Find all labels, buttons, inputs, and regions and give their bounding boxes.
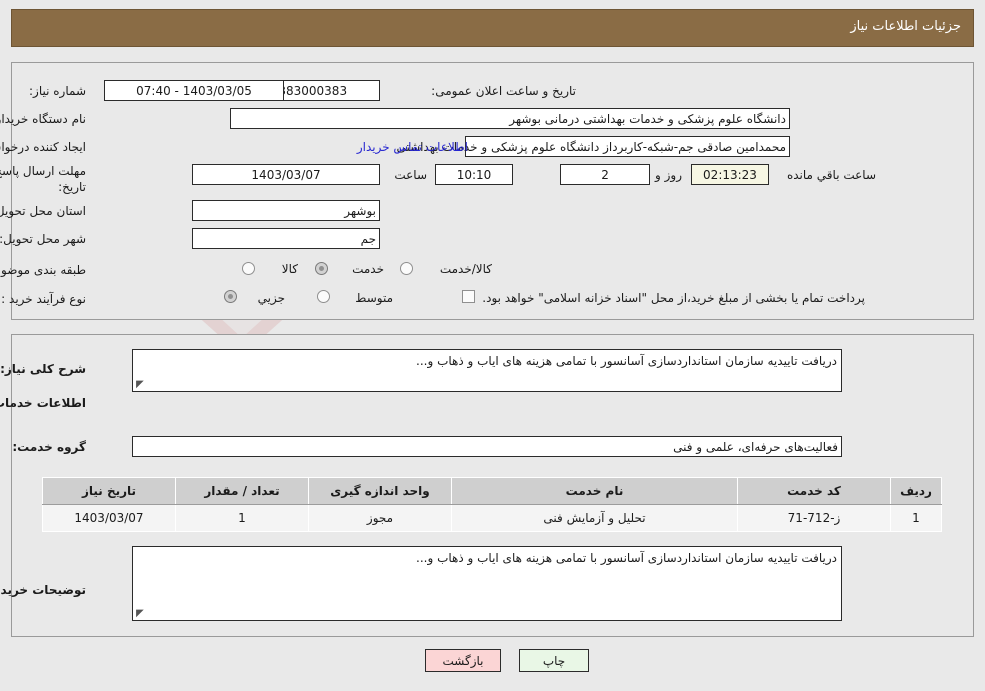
buyer-notes-textarea[interactable]: دریافت تاییدیه سازمان استانداردسازی آسان… [132, 546, 842, 621]
radio-category-khedmat-label[interactable]: خدمت [352, 262, 384, 276]
countdown-timer-field: 02:13:23 [691, 164, 769, 185]
subject-category-label: طبقه بندی موضوعی: [0, 263, 86, 277]
response-deadline-label-line2: تاریخ: [58, 180, 86, 194]
cell-row: 1 [890, 504, 942, 532]
services-section-heading: اطلاعات خدمات مورد نیاز [0, 396, 86, 410]
radio-category-kala-khedmat[interactable] [400, 262, 413, 275]
print-button[interactable]: چاپ [519, 649, 589, 672]
radio-category-kala-khedmat-label[interactable]: کالا/خدمت [440, 262, 492, 276]
th-code: کد خدمت [737, 477, 891, 505]
page-header-bar: جزئیات اطلاعات نیاز [11, 9, 974, 47]
buyer-notes-label: توضیحات خریدار: [0, 583, 86, 597]
service-group-label: گروه خدمت: [12, 440, 86, 454]
buyer-contact-info-link[interactable]: اطلاعات تماس خریدار [357, 140, 468, 154]
need-details-page: T AniaTender.net جزئیات اطلاعات نیاز شما… [0, 0, 985, 691]
delivery-city-label: شهر محل تحویل: [0, 232, 86, 246]
back-button[interactable]: بازگشت [425, 649, 501, 672]
radio-category-kala-label[interactable]: کالا [282, 262, 298, 276]
buyer-organization-field: دانشگاه علوم پزشکی و خدمات بهداشتی درمان… [230, 108, 790, 129]
request-creator-label: ایجاد کننده درخواست: [0, 140, 86, 154]
resize-grip-icon-notes[interactable]: ◥ [136, 608, 145, 619]
request-creator-field: محمدامین صادقی جم-شبکه-کاربرداز دانشگاه … [396, 136, 790, 157]
days-remaining-field: 2 [560, 164, 650, 185]
response-deadline-label-line1: مهلت ارسال پاسخ: تا [0, 164, 86, 178]
need-number-label: شماره نیاز: [29, 84, 86, 98]
announcement-datetime-label: تاریخ و ساعت اعلان عمومی: [431, 84, 576, 98]
general-description-label: شرح کلی نیاز: [0, 362, 86, 376]
general-description-value: دریافت تاییدیه سازمان استانداردسازی آسان… [416, 354, 837, 368]
resize-grip-icon[interactable]: ◥ [136, 379, 145, 390]
th-name: نام خدمت [451, 477, 738, 505]
services-table: ردیف کد خدمت نام خدمت واحد اندازه گیری ت… [42, 477, 942, 532]
radio-process-jozee[interactable] [224, 290, 237, 303]
cell-code: ز-712-71 [737, 504, 891, 532]
th-qty: تعداد / مقدار [175, 477, 309, 505]
radio-process-jozee-label[interactable]: جزیي [258, 291, 285, 305]
deadline-time-field: 10:10 [435, 164, 513, 185]
table-row[interactable]: 1 ز-712-71 تحلیل و آزمایش فنی مجوز 1 140… [42, 504, 942, 532]
radio-process-motevaset[interactable] [317, 290, 330, 303]
treasury-bond-label[interactable]: پرداخت تمام یا بخشی از مبلغ خرید،از محل … [482, 291, 865, 305]
days-remaining-label: روز و [655, 168, 682, 182]
cell-qty: 1 [175, 504, 309, 532]
buyer-notes-value: دریافت تاییدیه سازمان استانداردسازی آسان… [416, 551, 837, 565]
general-description-textarea[interactable]: دریافت تاییدیه سازمان استانداردسازی آسان… [132, 349, 842, 392]
service-group-field: فعالیت‌های حرفه‌ای، علمی و فنی [132, 436, 842, 457]
deadline-date-field: 1403/03/07 [192, 164, 380, 185]
buyer-organization-value: دانشگاه علوم پزشکی و خدمات بهداشتی درمان… [509, 111, 786, 126]
delivery-city-field: جم [192, 228, 380, 249]
th-date: تاریخ نیاز [42, 477, 176, 505]
page-title: جزئیات اطلاعات نیاز [850, 19, 961, 34]
table-header-row: ردیف کد خدمت نام خدمت واحد اندازه گیری ت… [42, 477, 942, 505]
hours-remaining-suffix-label: ساعت باقي مانده [786, 168, 876, 182]
th-unit: واحد اندازه گیری [308, 477, 452, 505]
delivery-province-label: استان محل تحویل: [0, 204, 86, 218]
cell-name: تحلیل و آزمایش فنی [451, 504, 738, 532]
cell-date: 1403/03/07 [42, 504, 176, 532]
announcement-datetime-field: 1403/03/05 - 07:40 [104, 80, 284, 101]
delivery-province-field: بوشهر [192, 200, 380, 221]
treasury-bond-checkbox[interactable] [462, 290, 475, 303]
radio-process-motevaset-label[interactable]: متوسط [355, 291, 393, 305]
buyer-organization-label: نام دستگاه خریدار: [0, 112, 86, 126]
cell-unit: مجوز [308, 504, 452, 532]
purchase-process-label: نوع فرآیند خرید : [1, 292, 86, 306]
deadline-hour-label: ساعت [394, 168, 427, 182]
radio-category-khedmat[interactable] [315, 262, 328, 275]
radio-category-kala[interactable] [242, 262, 255, 275]
th-row: ردیف [890, 477, 942, 505]
